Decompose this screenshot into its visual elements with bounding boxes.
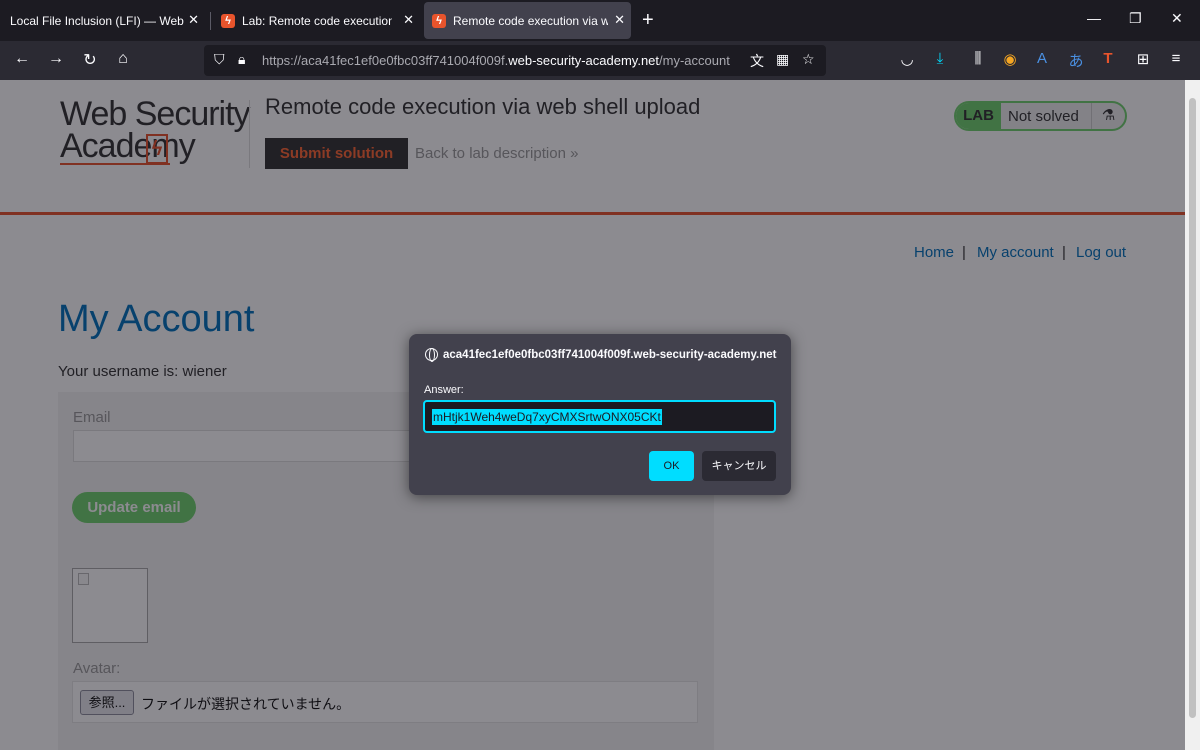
answer-input[interactable]: mHtjk1Weh4weDq7xyCMXSrtwONX05CKt	[423, 400, 776, 433]
url-text[interactable]: https://aca41fec1ef0e0fbc03ff741004f009f…	[262, 53, 730, 68]
tab-title: Remote code execution via web	[453, 13, 608, 28]
forward-icon[interactable]: →	[46, 50, 66, 68]
bookmark-star-icon[interactable]: ☆	[802, 51, 815, 68]
globe-icon	[425, 348, 438, 362]
scrollbar-thumb[interactable]	[1189, 98, 1196, 718]
text-extension-icon[interactable]: T	[1098, 50, 1118, 67]
tab-bar: Local File Inclusion (LFI) — Web App ✕ ϟ…	[0, 0, 1200, 41]
library-icon[interactable]: ⫼	[968, 50, 988, 67]
translate-alt-icon[interactable]: あ	[1066, 50, 1086, 71]
answer-label: Answer:	[424, 384, 464, 396]
download-icon[interactable]: ⤓	[930, 50, 950, 67]
maximize-icon[interactable]: ❐	[1129, 10, 1142, 27]
url-domain: web-security-academy.net	[508, 53, 660, 68]
portswigger-favicon-icon: ϟ	[432, 13, 446, 28]
minimize-icon[interactable]: —	[1087, 10, 1101, 26]
close-tab-icon[interactable]: ✕	[403, 12, 414, 28]
tab-title: Local File Inclusion (LFI) — Web App	[10, 13, 186, 28]
ok-button[interactable]: OK	[649, 451, 694, 481]
tracking-protection-icon[interactable]: ⛉	[214, 51, 225, 68]
answer-value: mHtjk1Weh4weDq7xyCMXSrtwONX05CKt	[432, 409, 662, 425]
portswigger-favicon-icon: ϟ	[221, 13, 235, 28]
qr-code-icon[interactable]: ▦	[776, 51, 789, 68]
url-prefix: https://aca41fec1ef0e0fbc03ff741004f009f…	[262, 53, 509, 68]
tab-lfi[interactable]: Local File Inclusion (LFI) — Web App ✕	[0, 2, 205, 39]
lock-icon[interactable]: 🔒︎	[238, 51, 245, 68]
page-scrollbar[interactable]	[1185, 80, 1200, 750]
tab-active[interactable]: ϟ Remote code execution via web ✕	[424, 2, 631, 39]
menu-icon[interactable]: ≡	[1166, 50, 1186, 67]
locale-extension-icon[interactable]: ◉	[1000, 50, 1020, 68]
navigation-toolbar: ← → ↻ ⌂ ⛉ 🔒︎ https://aca41fec1ef0e0fbc03…	[0, 41, 1200, 80]
translate-icon[interactable]: A	[1032, 50, 1052, 67]
tab-title: Lab: Remote code execution via	[242, 13, 392, 28]
url-bar[interactable]: ⛉ 🔒︎ https://aca41fec1ef0e0fbc03ff741004…	[204, 45, 826, 76]
translate-page-icon[interactable]: 文	[750, 51, 764, 71]
tab-lab[interactable]: ϟ Lab: Remote code execution via ✕	[213, 2, 420, 39]
new-tab-icon[interactable]: +	[642, 9, 654, 32]
reload-icon[interactable]: ↻	[80, 50, 100, 70]
close-window-icon[interactable]: ✕	[1171, 10, 1183, 27]
close-tab-icon[interactable]: ✕	[614, 12, 625, 28]
home-icon[interactable]: ⌂	[113, 50, 133, 68]
back-icon[interactable]: ←	[12, 50, 32, 68]
dialog-origin: aca41fec1ef0e0fbc03ff741004f009f.web-sec…	[443, 349, 777, 361]
prompt-dialog: aca41fec1ef0e0fbc03ff741004f009f.web-sec…	[409, 334, 791, 495]
cancel-button[interactable]: キャンセル	[702, 451, 776, 481]
extensions-icon[interactable]: ⊞	[1133, 50, 1153, 68]
pocket-icon[interactable]: ◡	[897, 50, 917, 68]
close-tab-icon[interactable]: ✕	[188, 12, 199, 28]
url-path: /my-account	[659, 53, 730, 68]
tab-separator	[210, 12, 211, 30]
